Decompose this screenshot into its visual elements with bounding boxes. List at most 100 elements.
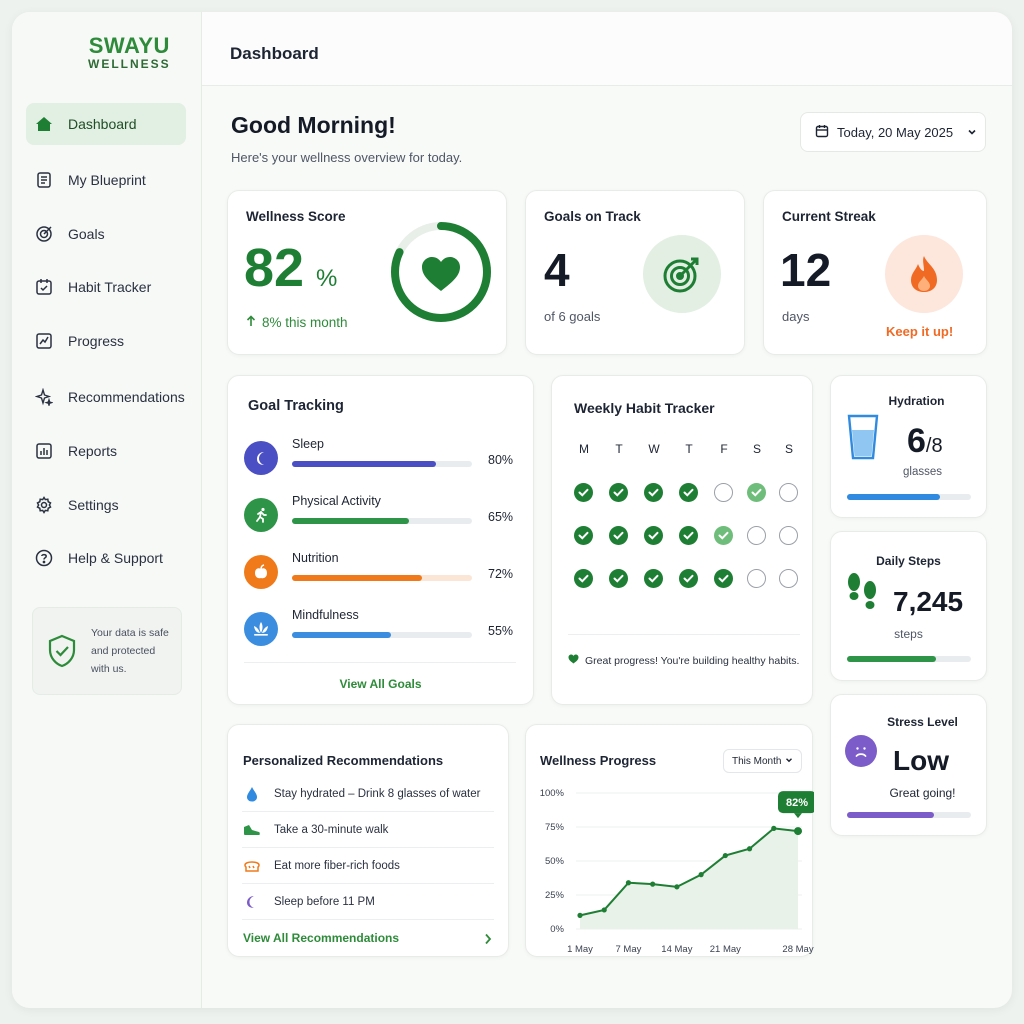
x-tick-label: 1 May — [567, 944, 593, 955]
goal-row-sleep[interactable]: Sleep 80% — [244, 437, 516, 477]
safety-text: Your data is safe and protected with us. — [91, 627, 169, 675]
habit-check-full[interactable] — [679, 569, 698, 588]
sidebar-item-progress[interactable]: Progress — [26, 320, 186, 362]
x-tick-label: 28 May — [782, 944, 813, 955]
habit-day-label: M — [579, 442, 589, 456]
habit-check-full[interactable] — [609, 483, 628, 502]
habit-check-empty[interactable] — [747, 569, 766, 588]
date-picker[interactable]: Today, 20 May 2025 — [800, 112, 986, 152]
target-icon — [34, 224, 54, 244]
y-tick-label: 75% — [545, 822, 565, 833]
goal-progress-fill — [292, 575, 422, 581]
sidebar-item-recommendations[interactable]: Recommendations — [26, 376, 186, 418]
goal-label: Nutrition — [292, 551, 339, 565]
brand-line2: WELLNESS — [88, 57, 171, 71]
water-glass-icon — [845, 412, 881, 467]
wellness-change: 8% this month — [246, 315, 348, 330]
habit-check-full[interactable] — [609, 526, 628, 545]
habit-check-full[interactable] — [609, 569, 628, 588]
goal-row-mindfulness[interactable]: Mindfulness 55% — [244, 608, 516, 648]
y-tick-label: 25% — [545, 890, 565, 901]
recommendation-label: Sleep before 11 PM — [274, 895, 375, 908]
goal-row-physical-activity[interactable]: Physical Activity 65% — [244, 494, 516, 534]
habit-check-empty[interactable] — [714, 483, 733, 502]
habit-check-full[interactable] — [679, 483, 698, 502]
view-all-goals-link[interactable]: View All Goals — [228, 677, 533, 691]
sidebar-item-reports[interactable]: Reports — [26, 430, 186, 472]
sidebar-item-label: Settings — [68, 497, 119, 513]
card-title: Daily Steps — [876, 554, 941, 568]
data-point — [794, 827, 802, 836]
sidebar: SWAYU WELLNESS Dashboard My Blueprint Go… — [12, 12, 202, 1008]
habit-check-empty[interactable] — [747, 526, 766, 545]
current-streak-card: Current Streak 12 days Keep it up! — [763, 190, 987, 355]
steps-unit: steps — [894, 627, 923, 641]
date-label: Today, 20 May 2025 — [837, 124, 954, 140]
y-tick-label: 100% — [540, 788, 565, 799]
habit-check-full[interactable] — [714, 569, 733, 588]
streak-note: Keep it up! — [886, 324, 954, 339]
wellness-progress-card: Wellness Progress This Month 0% 25% 50% 75%… — [525, 724, 814, 957]
brand-logo[interactable]: SWAYU WELLNESS — [88, 33, 171, 71]
y-tick-label: 0% — [550, 924, 564, 935]
habit-check-full[interactable] — [679, 526, 698, 545]
habit-day-label: F — [720, 442, 728, 456]
habit-check-full[interactable] — [644, 483, 663, 502]
data-safety-notice: Your data is safe and protected with us. — [32, 607, 182, 695]
recommendation-label: Stay hydrated – Drink 8 glasses of water — [274, 787, 481, 800]
chart-icon — [34, 331, 54, 351]
stress-value: Low — [893, 745, 949, 776]
shoe-icon — [242, 820, 262, 840]
heart-icon — [568, 654, 579, 667]
recommendation-item[interactable]: Stay hydrated – Drink 8 glasses of water — [242, 776, 494, 812]
data-point — [746, 846, 753, 852]
runner-icon — [244, 498, 278, 532]
habit-check-empty[interactable] — [779, 526, 798, 545]
habit-check-full[interactable] — [574, 569, 593, 588]
habit-day-label: T — [615, 442, 623, 456]
sidebar-item-settings[interactable]: Settings — [26, 484, 186, 526]
sidebar-item-dashboard[interactable]: Dashboard — [26, 103, 186, 145]
sidebar-item-help-support[interactable]: Help & Support — [26, 537, 186, 579]
greeting-title: Good Morning! — [231, 112, 396, 138]
recommendation-item[interactable]: Eat more fiber-rich foods — [242, 848, 494, 884]
sidebar-item-label: Help & Support — [68, 550, 163, 566]
data-point — [674, 884, 680, 890]
card-title: Current Streak — [782, 209, 876, 224]
wellness-progress-chart: 0% 25% 50% 75% 100% 1 May 7 May 14 May 21 May 28 … — [540, 788, 814, 955]
recommendation-item[interactable]: Sleep before 11 PM — [242, 884, 494, 920]
chevron-right-icon[interactable] — [484, 932, 492, 950]
habit-check-full[interactable] — [574, 483, 593, 502]
habit-check-full[interactable] — [574, 526, 593, 545]
divider — [568, 634, 800, 635]
habit-check-full[interactable] — [644, 526, 663, 545]
recommendation-item[interactable]: Take a 30-minute walk — [242, 812, 494, 848]
habit-check-empty[interactable] — [779, 569, 798, 588]
goal-row-nutrition[interactable]: Nutrition 72% — [244, 551, 516, 591]
data-point — [601, 907, 607, 913]
goal-tracking-card: Goal Tracking Sleep 80% Physical Activit… — [227, 375, 534, 705]
data-point — [625, 880, 632, 886]
y-tick-label: 50% — [545, 856, 565, 867]
wellness-score-value: 82 — [244, 238, 305, 298]
habit-check-full[interactable] — [644, 569, 663, 588]
daily-steps-card: Daily Steps 7,245 steps — [830, 531, 987, 681]
x-tick-label: 21 May — [710, 944, 741, 955]
bar-chart-icon — [34, 441, 54, 461]
sidebar-item-label: Dashboard — [68, 116, 137, 132]
sidebar-item-my-blueprint[interactable]: My Blueprint — [26, 159, 186, 201]
card-title: Goals on Track — [544, 209, 641, 224]
goal-percent: 55% — [488, 624, 514, 638]
brand-line1: SWAYU — [88, 33, 170, 58]
stress-level-card: Stress Level Low Great going! — [830, 694, 987, 836]
goal-percent: 65% — [488, 510, 514, 524]
goal-progress-track — [292, 461, 472, 467]
sidebar-item-goals[interactable]: Goals — [26, 213, 186, 255]
habit-check-light[interactable] — [714, 526, 733, 545]
view-all-recommendations-link[interactable]: View All Recommendations — [243, 931, 399, 945]
habit-check-empty[interactable] — [779, 483, 798, 502]
sidebar-item-habit-tracker[interactable]: Habit Tracker — [26, 266, 186, 308]
card-title: Wellness Score — [246, 209, 346, 224]
habit-check-light[interactable] — [747, 483, 766, 502]
goal-progress-fill — [292, 632, 391, 638]
